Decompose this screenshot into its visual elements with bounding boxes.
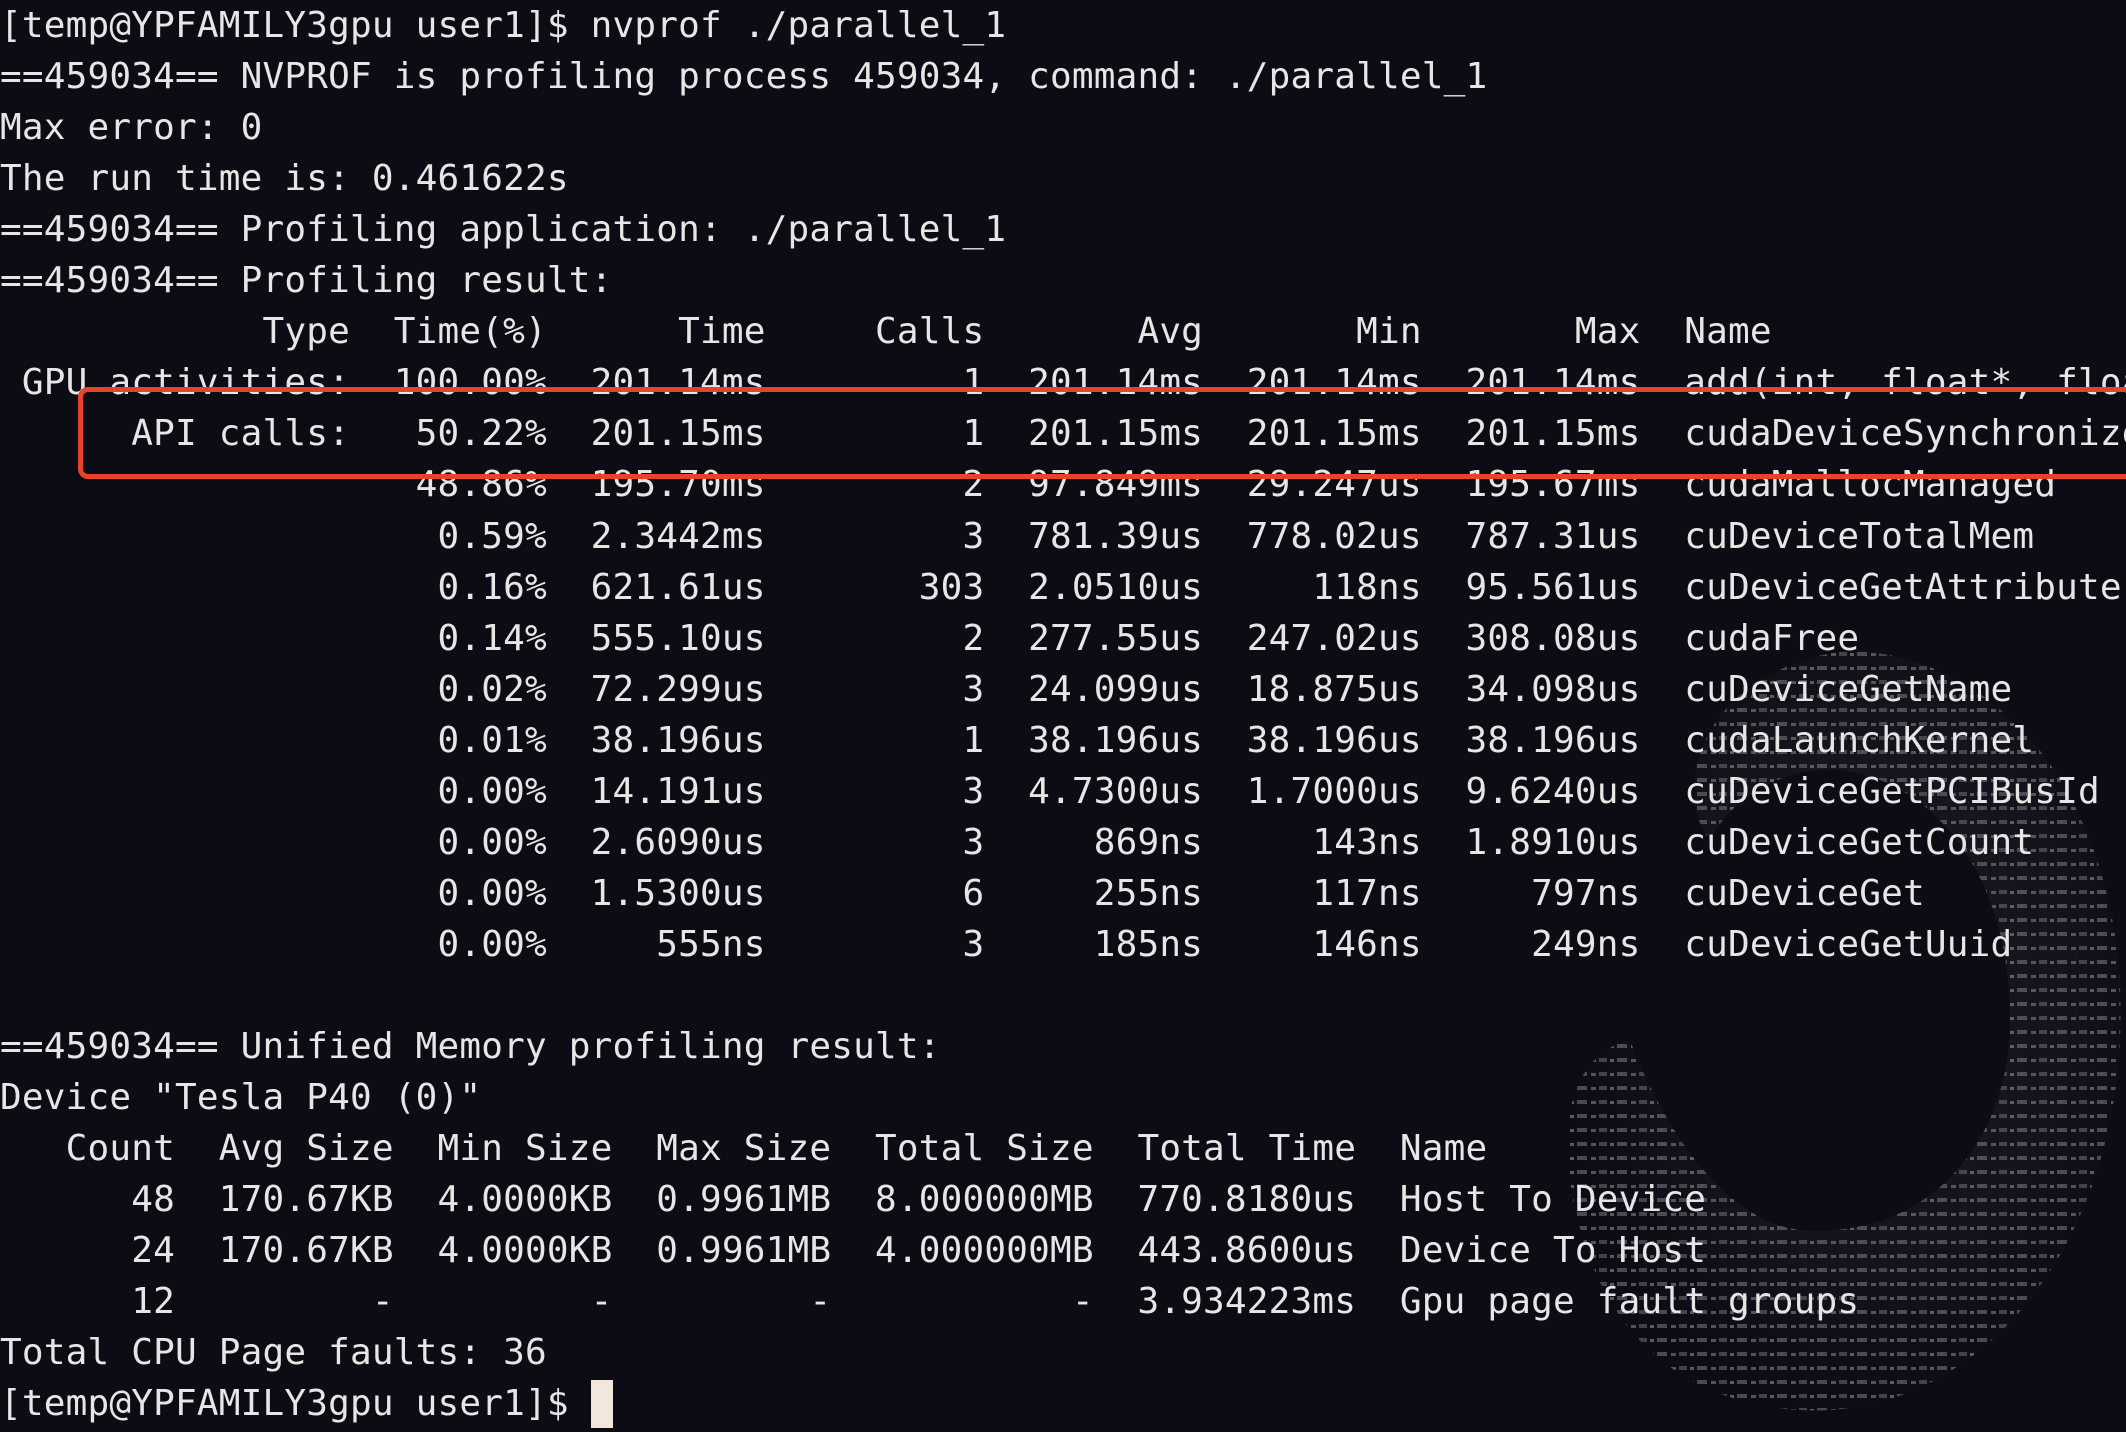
terminal-line: Type Time(%) Time Calls Avg Min Max Name (0, 311, 1772, 353)
terminal-line: Count Avg Size Min Size Max Size Total S… (0, 1128, 1488, 1170)
terminal-line: 0.01% 38.196us 1 38.196us 38.196us 38.19… (0, 719, 2035, 761)
terminal-line: 0.00% 1.5300us 6 255ns 117ns 797ns cuDev… (0, 872, 1925, 914)
terminal-line: 24 170.67KB 4.0000KB 0.9961MB 4.000000MB… (0, 1230, 1707, 1272)
text-cursor (590, 1380, 613, 1429)
terminal-line: Device "Tesla P40 (0)" (0, 1077, 482, 1119)
terminal-line: 0.00% 2.6090us 3 869ns 143ns 1.8910us cu… (0, 821, 2035, 863)
terminal-window[interactable]: [temp@YPFAMILY3gpu user1]$ nvprof ./para… (0, 0, 2126, 1432)
annotation-highlight-box (78, 387, 2126, 479)
terminal-line: [temp@YPFAMILY3gpu user1]$ (0, 1378, 613, 1429)
terminal-line: ==459034== NVPROF is profiling process 4… (0, 56, 1488, 98)
terminal-line: The run time is: 0.461622s (0, 158, 569, 200)
terminal-line: 0.16% 621.61us 303 2.0510us 118ns 95.561… (0, 566, 2122, 608)
terminal-line: 12 - - - - 3.934223ms Gpu page fault gro… (0, 1281, 1860, 1323)
terminal-line: 0.59% 2.3442ms 3 781.39us 778.02us 787.3… (0, 515, 2035, 557)
terminal-line: ==459034== Unified Memory profiling resu… (0, 1026, 941, 1067)
terminal-line: Total CPU Page faults: 36 (0, 1332, 547, 1374)
terminal-line: 0.02% 72.299us 3 24.099us 18.875us 34.09… (0, 668, 2013, 710)
terminal-line: ==459034== Profiling result: (0, 260, 613, 302)
terminal-line: 0.00% 555ns 3 185ns 146ns 249ns cuDevice… (0, 923, 2013, 965)
terminal-line: Max error: 0 (0, 107, 263, 149)
terminal-line: 48 170.67KB 4.0000KB 0.9961MB 8.000000MB… (0, 1179, 1707, 1221)
terminal-line: ==459034== Profiling application: ./para… (0, 209, 1007, 251)
terminal-line: 0.00% 14.191us 3 4.7300us 1.7000us 9.624… (0, 770, 2100, 812)
terminal-line: [temp@YPFAMILY3gpu user1]$ nvprof ./para… (0, 5, 1007, 46)
terminal-line: 0.14% 555.10us 2 277.55us 247.02us 308.0… (0, 617, 1860, 659)
